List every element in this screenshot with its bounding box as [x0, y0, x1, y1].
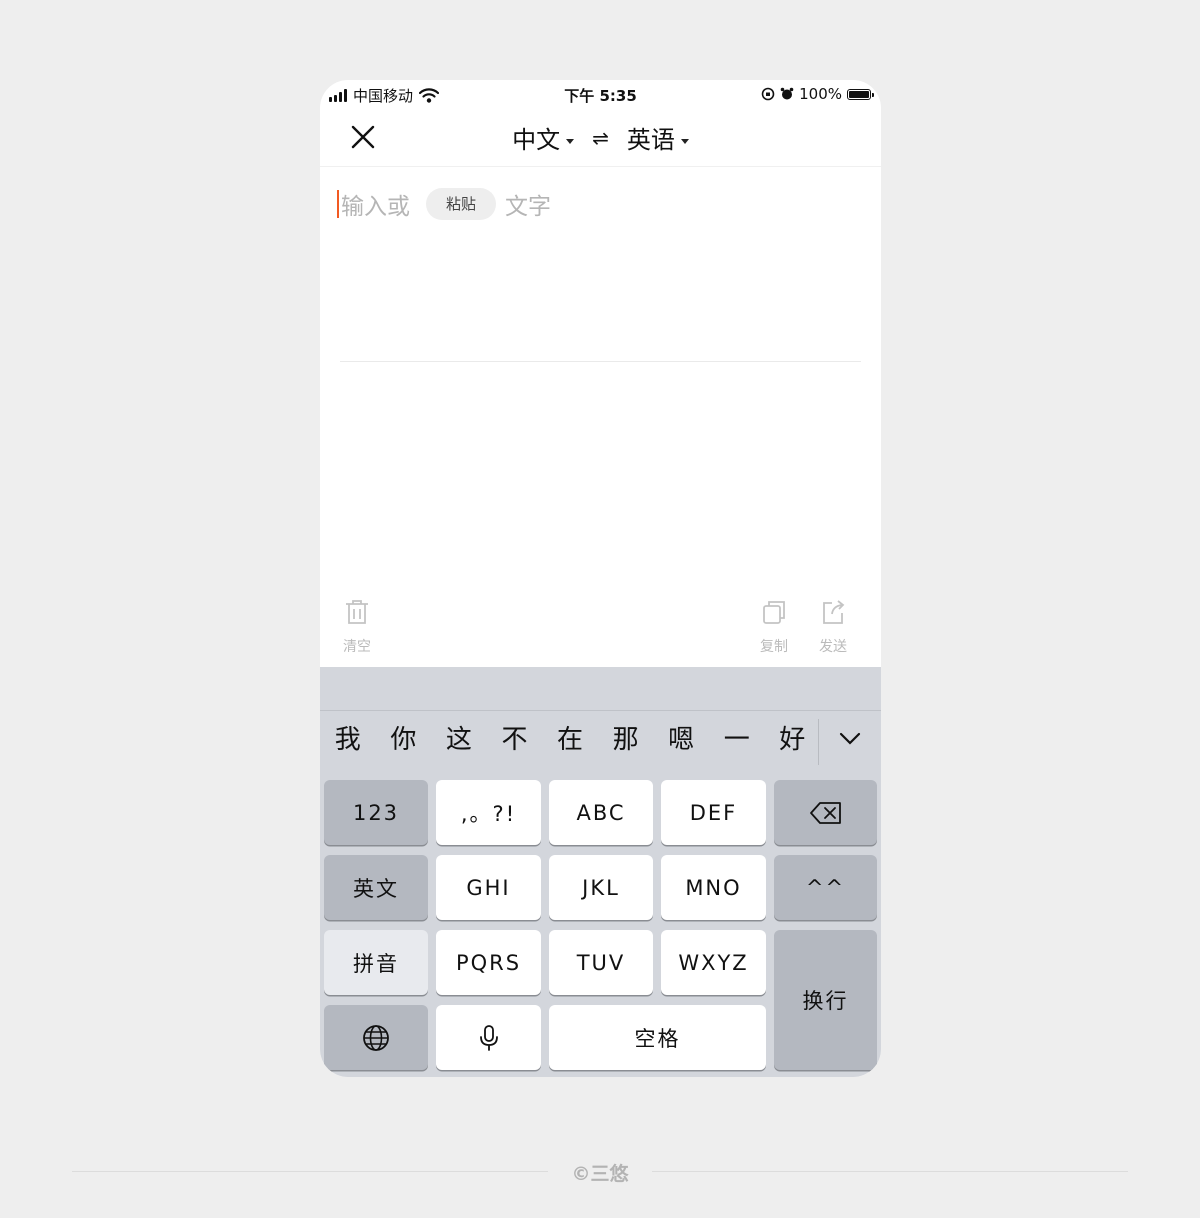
language-selector: 中文 ⇌ 英语 [320, 120, 881, 155]
key-mno[interactable]: MNO [661, 855, 766, 920]
backspace-icon [809, 801, 841, 824]
keyboard-top-bar [320, 667, 881, 711]
key-def[interactable]: DEF [661, 780, 766, 845]
candidate-bar: 我 你 这 不 在 那 嗯 一 好 [320, 713, 820, 761]
send-label: 发送 [819, 639, 847, 655]
candidate-word[interactable]: 那 [598, 719, 654, 756]
status-right: 100% [761, 85, 874, 103]
placeholder-before: 输入或 [341, 194, 410, 220]
status-bar: 中国移动 下午 5:35 100% [320, 80, 881, 108]
globe-key[interactable] [324, 1005, 428, 1070]
text-cursor [337, 190, 339, 218]
candidate-word[interactable]: 不 [487, 719, 543, 756]
key-punctuation[interactable]: ,。?! [436, 780, 541, 845]
key-abc[interactable]: ABC [549, 780, 653, 845]
globe-icon [363, 1024, 389, 1051]
key-tuv[interactable]: TUV [549, 930, 653, 995]
footer-credit: ©三悠 [571, 1163, 629, 1185]
candidate-word[interactable]: 我 [320, 719, 376, 756]
candidate-word[interactable]: 一 [709, 719, 765, 756]
candidate-word[interactable]: 在 [542, 719, 598, 756]
key-space[interactable]: 空格 [549, 1005, 766, 1070]
copy-button[interactable]: 复制 [754, 598, 794, 656]
target-language-button[interactable]: 英语 [627, 120, 689, 155]
source-language-button[interactable]: 中文 [512, 120, 575, 155]
orientation-lock-icon [761, 87, 775, 101]
candidate-word[interactable]: 你 [376, 719, 432, 756]
key-return[interactable]: 换行 [774, 930, 877, 1070]
alarm-icon [780, 87, 794, 100]
candidate-word[interactable]: 嗯 [653, 719, 709, 756]
candidate-word[interactable]: 这 [431, 719, 487, 756]
caret-down-icon [566, 138, 575, 144]
key-123[interactable]: 123 [324, 780, 428, 845]
microphone-key[interactable] [436, 1005, 541, 1070]
key-emoticon[interactable]: ^^ [774, 855, 877, 920]
keyboard: 我 你 这 不 在 那 嗯 一 好 123 ,。?! ABC DEF 英文 GH… [320, 667, 881, 1077]
microphone-icon [479, 1024, 498, 1051]
swap-languages-button[interactable]: ⇌ [592, 126, 609, 150]
text-input[interactable]: 输入或 粘贴 文字 [337, 187, 551, 221]
source-language-label: 中文 [512, 126, 561, 154]
phone-screen: 中国移动 下午 5:35 100% 中文 ⇌ 英语 输入或 粘贴 文字 清空 复… [320, 80, 881, 1077]
clear-label: 清空 [343, 639, 371, 655]
share-icon [823, 600, 845, 624]
nav-bar: 中文 ⇌ 英语 [320, 108, 881, 167]
key-pqrs[interactable]: PQRS [436, 930, 541, 995]
paste-button[interactable]: 粘贴 [426, 188, 497, 220]
key-english[interactable]: 英文 [324, 855, 428, 920]
copy-icon [763, 601, 785, 624]
copy-label: 复制 [760, 639, 788, 655]
key-pinyin[interactable]: 拼音 [324, 930, 428, 995]
send-button[interactable]: 发送 [813, 598, 853, 656]
key-ghi[interactable]: GHI [436, 855, 541, 920]
backspace-key[interactable] [774, 780, 877, 845]
key-jkl[interactable]: JKL [549, 855, 653, 920]
input-divider [340, 361, 861, 362]
candidate-separator [818, 719, 819, 765]
key-wxyz[interactable]: WXYZ [661, 930, 766, 995]
clear-button[interactable]: 清空 [337, 598, 377, 656]
placeholder-after: 文字 [505, 194, 552, 220]
target-language-label: 英语 [626, 126, 675, 154]
battery-percent: 100% [799, 85, 842, 103]
caret-down-icon [680, 138, 689, 144]
chevron-down-icon[interactable] [835, 729, 865, 749]
trash-icon [346, 600, 368, 624]
battery-icon [847, 88, 874, 100]
candidate-word[interactable]: 好 [765, 719, 821, 756]
